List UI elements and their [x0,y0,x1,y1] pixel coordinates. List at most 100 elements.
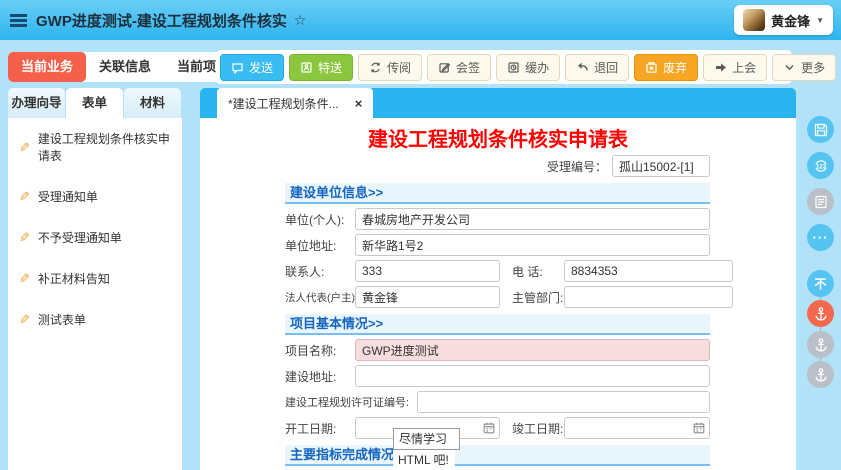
special-send-button[interactable]: 特送 [289,53,354,81]
top-icon: 不 [814,277,827,291]
tab-material[interactable]: 材料 [124,88,181,118]
sidebar-item-label: 建设工程规划条件核实申请表 [37,132,170,163]
favorite-star-icon[interactable]: ☆ [294,12,307,29]
top-anchor-button[interactable]: 不 [807,270,834,297]
form-title: 建设工程规划条件核实申请表 [368,129,628,151]
contact-input[interactable] [355,260,500,282]
to-meeting-button[interactable]: 上会 [703,53,768,81]
accept-number-input[interactable] [612,155,710,177]
start-date-label: 开工日期: [285,421,337,436]
end-date-input[interactable] [564,417,710,439]
sidebar-item-label: 补正材料告知 [37,272,110,286]
pencil-icon: ✎ [19,189,30,204]
special-send-label: 特送 [318,60,343,75]
unit-input[interactable] [355,208,710,230]
send-icon [232,62,243,74]
pencil-icon: ✎ [19,312,30,327]
panel-tabs: 办理向导 表单 材料 [8,88,182,118]
sidebar-item-label: 测试表单 [37,313,86,327]
sidebar-item-supplement-notice[interactable]: ✎ 补正材料告知 [8,258,182,299]
build-address-input[interactable] [355,365,710,387]
tab-guide[interactable]: 办理向导 [8,88,65,118]
unit-address-input[interactable] [355,234,710,256]
tab-current-business[interactable]: 当前业务 [8,52,87,82]
form-row-build-address: 建设地址: [285,365,710,387]
recalculate-icon: 123 [814,159,826,172]
svg-text:123: 123 [815,164,826,170]
form-row-legal-dept: 法人代表(户主): 主管部门: [285,286,733,308]
build-address-label: 建设地址: [285,369,337,384]
page-title: GWP进度测试-建设工程规划条件核实 [36,12,287,30]
to-meeting-icon [716,62,727,72]
form-row-unit-address: 单位地址: [285,234,710,256]
return-label: 退回 [594,60,619,75]
close-icon[interactable]: × [355,96,363,111]
save-button[interactable] [807,116,834,143]
tab-related-info[interactable]: 关联信息 [86,52,164,82]
end-date-field [564,417,710,439]
action-toolbar: 发送 特送 传阅 会签 缓办 退回 废弃 上会 更多 [216,50,837,84]
contact-label: 联系人: [285,264,325,279]
section-header-project-info[interactable]: 项目基本情况>> [285,314,710,335]
dept-input[interactable] [564,286,733,308]
countersign-label: 会签 [456,60,481,75]
form-list-sidebar: ✎ 建设工程规划条件核实申请表 ✎ 受理通知单 ✎ 不予受理通知单 ✎ 补正材料… [8,118,182,470]
sidebar-item-apply-form[interactable]: ✎ 建设工程规划条件核实申请表 [8,118,182,176]
return-icon [578,62,588,71]
unit-label: 单位(个人): [285,212,345,227]
pencil-icon: ✎ [19,230,30,245]
section-header-unit-info[interactable]: 建设单位信息>> [285,183,710,204]
sidebar-item-accept-notice[interactable]: ✎ 受理通知单 [8,176,182,217]
project-name-input[interactable] [355,339,710,361]
sidebar-item-test-form[interactable]: ✎ 测试表单 [8,299,182,340]
print-button[interactable] [807,188,834,215]
discard-icon [646,61,657,73]
sidebar-item-label: 不予受理通知单 [37,231,122,245]
postpone-icon [508,61,519,73]
section-header-indicators[interactable]: 主要指标完成情况>> [285,445,710,466]
unit-address-label: 单位地址: [285,238,337,253]
avatar [743,9,766,31]
chevron-down-icon [785,64,794,70]
countersign-icon [439,62,451,73]
sidebar-item-reject-notice[interactable]: ✎ 不予受理通知单 [8,217,182,258]
to-meeting-label: 上会 [732,60,757,75]
save-icon [814,123,827,136]
discard-button[interactable]: 废弃 [634,53,699,81]
project-name-label: 项目名称: [285,343,337,358]
tab-form[interactable]: 表单 [66,88,123,118]
legal-rep-input[interactable] [355,286,500,308]
discard-label: 废弃 [663,60,688,75]
legal-rep-label: 法人代表(户主): [285,291,358,304]
document-tab[interactable]: *建设工程规划条件... × [217,88,374,118]
sidebar-item-label: 受理通知单 [37,190,98,204]
document-tab-label: *建设工程规划条件... [228,96,339,111]
recalculate-button[interactable]: 123 [807,152,834,179]
license-no-input[interactable] [417,391,710,413]
calendar-icon[interactable] [692,421,706,435]
send-button[interactable]: 发送 [220,53,285,81]
circulate-button[interactable]: 传阅 [358,53,423,81]
chevron-down-icon: ▼ [816,15,824,25]
more-actions-button[interactable]: ··· [807,224,834,251]
form-row-dates: 开工日期: 竣工日期: [285,417,710,439]
anchor-button[interactable] [807,331,834,358]
calendar-icon[interactable] [482,421,496,435]
business-nav-tabs: 当前业务 关联信息 当前项目 [8,52,243,82]
countersign-button[interactable]: 会签 [427,53,492,81]
return-button[interactable]: 退回 [565,53,630,81]
hamburger-menu-icon[interactable] [10,14,27,27]
app-header: GWP进度测试-建设工程规划条件核实 ☆ 黄金锋 ▼ [0,0,841,40]
form-row-license-no: 建设工程规划许可证编号: [285,391,710,413]
phone-input[interactable] [564,260,733,282]
anchor-button[interactable] [807,361,834,388]
form-row-contact-phone: 联系人: 电 话: [285,260,733,282]
anchor-button-active[interactable] [807,300,834,327]
user-menu[interactable]: 黄金锋 ▼ [734,5,833,35]
anchor-icon [814,367,827,381]
pencil-icon: ✎ [19,139,30,155]
user-name: 黄金锋 [771,13,811,29]
form-row-project-name: 项目名称: [285,339,710,361]
more-button[interactable]: 更多 [772,53,837,81]
postpone-button[interactable]: 缓办 [496,53,561,81]
